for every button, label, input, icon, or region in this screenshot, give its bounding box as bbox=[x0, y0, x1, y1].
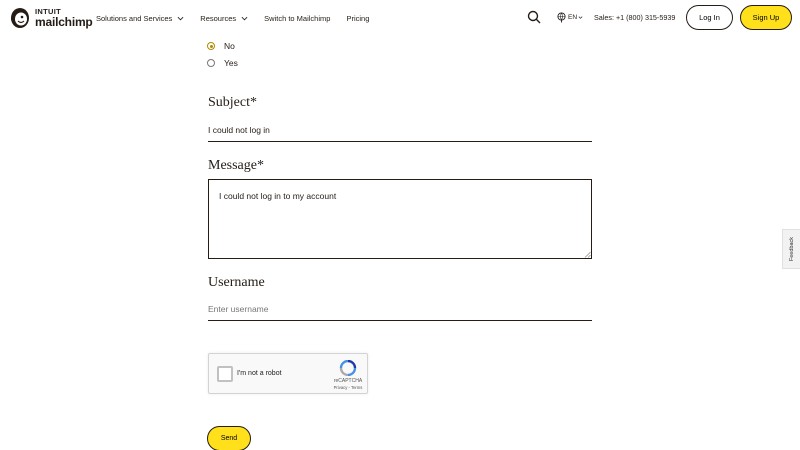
subject-label: Subject* bbox=[208, 95, 257, 110]
main-nav: Solutions and Services Resources Switch … bbox=[96, 0, 385, 36]
sales-phone-link[interactable]: Sales: +1 (800) 315-5939 bbox=[594, 13, 675, 22]
signup-button[interactable]: Sign Up bbox=[740, 5, 792, 30]
logo-mailchimp-text: mailchimp bbox=[35, 15, 93, 30]
radio-button[interactable] bbox=[207, 42, 215, 50]
logo-intuit-text: INTUIT bbox=[35, 6, 61, 16]
radio-option-yes[interactable]: Yes bbox=[207, 58, 238, 68]
nav-pricing[interactable]: Pricing bbox=[346, 14, 369, 23]
nav-item-label: Pricing bbox=[346, 13, 370, 23]
username-label: Username bbox=[208, 275, 265, 290]
search-icon[interactable] bbox=[527, 10, 541, 24]
login-button[interactable]: Log In bbox=[686, 5, 733, 30]
recaptcha-privacy-terms-links[interactable]: Privacy - Terms bbox=[327, 385, 369, 390]
nav-item-label: Resources bbox=[200, 13, 237, 23]
chevron-down-icon bbox=[241, 16, 248, 20]
subject-input[interactable] bbox=[208, 118, 592, 142]
globe-pin-icon bbox=[557, 12, 566, 23]
nav-resources[interactable]: Resources bbox=[200, 14, 248, 23]
radio-label: Yes bbox=[224, 58, 238, 68]
feedback-tab[interactable]: Feedback bbox=[782, 229, 800, 269]
message-label: Message* bbox=[208, 158, 264, 173]
recaptcha-checkbox[interactable] bbox=[217, 366, 233, 382]
feedback-label: Feedback bbox=[788, 236, 795, 262]
chevron-down-icon bbox=[177, 16, 184, 20]
send-button[interactable]: Send bbox=[207, 426, 251, 450]
message-textarea[interactable]: I could not log in to my account bbox=[208, 179, 592, 259]
radio-option-no[interactable]: No bbox=[207, 41, 235, 51]
nav-solutions-and-services[interactable]: Solutions and Services bbox=[96, 14, 184, 23]
radio-button[interactable] bbox=[207, 59, 215, 67]
freddie-icon bbox=[11, 8, 29, 28]
language-label: EN bbox=[568, 14, 578, 21]
language-selector[interactable]: EN bbox=[557, 12, 585, 23]
username-input[interactable] bbox=[208, 297, 592, 321]
nav-item-label: Solutions and Services bbox=[96, 13, 173, 23]
site-header: INTUIT mailchimp Solutions and Services … bbox=[0, 0, 800, 36]
radio-label: No bbox=[224, 41, 235, 51]
mailchimp-logo[interactable]: INTUIT mailchimp bbox=[9, 7, 93, 29]
recaptcha-label: I'm not a robot bbox=[237, 370, 282, 377]
recaptcha-icon bbox=[339, 360, 357, 376]
recaptcha-widget: I'm not a robot reCAPTCHA Privacy - Term… bbox=[208, 353, 368, 394]
recaptcha-brand: reCAPTCHA bbox=[333, 378, 363, 384]
nav-item-label: Switch to Mailchimp bbox=[264, 13, 331, 23]
chevron-down-icon bbox=[578, 16, 583, 19]
resize-handle-icon[interactable] bbox=[584, 251, 591, 258]
nav-switch-to-mailchimp[interactable]: Switch to Mailchimp bbox=[264, 14, 330, 23]
